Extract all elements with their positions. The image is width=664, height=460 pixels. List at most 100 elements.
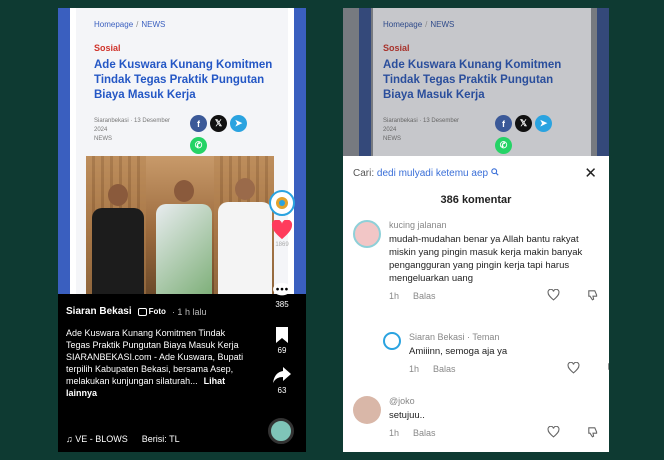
breadcrumb: Homepage / NEWS — [383, 20, 583, 29]
save-button[interactable]: 69 — [264, 326, 300, 355]
comment-body: @joko setujuu.. 1h Balas — [389, 396, 599, 442]
breadcrumb-news: NEWS — [141, 20, 166, 29]
article-headline: Ade Kuswara Kunang Komitmen Tindak Tegas… — [383, 59, 562, 101]
breadcrumb-separator: / — [136, 20, 139, 29]
like-count: 1869 — [275, 242, 289, 248]
whatsapp-icon[interactable]: ✆ — [495, 137, 512, 154]
comment-body: kucing jalanan mudah-mudahan benar ya Al… — [389, 220, 599, 305]
comment-button[interactable]: 385 — [264, 282, 300, 309]
dislike-icon[interactable] — [607, 362, 609, 374]
frame-bar — [58, 8, 70, 294]
dislike-icon[interactable] — [587, 426, 599, 438]
photo-badge-label: Foto — [148, 307, 166, 316]
photo-icon — [137, 307, 147, 316]
comment-icon — [273, 282, 291, 296]
meta-line: NEWS — [94, 136, 112, 142]
article-meta-text: Siaranbekasi · 13 Desember 2024 NEWS — [94, 117, 194, 144]
whatsapp-icon[interactable]: ✆ — [190, 137, 207, 154]
meta-line: 2024 — [94, 127, 108, 133]
share-buttons: f 𝕏 ➤ — [495, 115, 552, 132]
person-body — [156, 204, 212, 294]
music-row[interactable]: ♫ VE - BLOWS Berisi: TL — [66, 434, 180, 444]
post-author[interactable]: Siaran Bekasi — [66, 306, 132, 317]
article-photo — [86, 156, 274, 294]
comment-body: Siaran Bekasi · Teman Amiiinn, semoga aj… — [409, 332, 609, 378]
article-category: Sosial — [94, 43, 121, 53]
article-meta: Siaranbekasi · 13 Desember 2024 NEWS f 𝕏… — [94, 115, 278, 155]
article-category: Sosial — [383, 43, 410, 53]
photo-badge: Foto — [137, 307, 166, 316]
reply-button[interactable]: Balas — [413, 428, 436, 438]
meta-line: Siaranbekasi · 13 Desember — [383, 118, 460, 124]
search-label: Cari: — [353, 168, 375, 179]
frame-bar — [597, 8, 609, 156]
breadcrumb: Homepage / NEWS — [94, 20, 278, 29]
comment-time: 1h — [389, 291, 400, 301]
meta-line: NEWS — [383, 136, 401, 142]
like-button[interactable]: 1869 — [264, 219, 300, 248]
telegram-icon[interactable]: ➤ — [535, 115, 552, 132]
frame-bar — [294, 8, 306, 294]
heart-outline-icon[interactable] — [547, 289, 560, 301]
comment-actions: 1h Balas — [389, 289, 599, 305]
search-icon — [491, 168, 499, 176]
facebook-icon[interactable]: f — [190, 115, 207, 132]
comment-username[interactable]: Siaran Bekasi · Teman — [409, 332, 593, 342]
reply-button[interactable]: Balas — [433, 364, 456, 374]
comment-text: mudah-mudahan benar ya Allah bantu rakya… — [389, 234, 583, 284]
meta-line: Siaranbekasi · 13 Desember — [94, 118, 171, 124]
avatar-icon — [269, 190, 295, 216]
share-buttons: f 𝕏 ➤ — [190, 115, 247, 132]
comment-search[interactable]: Cari: dedi mulyadi ketemu aep — [353, 168, 499, 179]
share-button[interactable]: 63 — [264, 366, 300, 395]
avatar[interactable] — [353, 220, 381, 248]
dislike-icon[interactable] — [587, 289, 599, 301]
comment-text: Amiiinn, semoga aja ya — [409, 346, 508, 357]
heart-outline-icon[interactable] — [567, 362, 580, 374]
comment-actions: 1h Balas — [389, 426, 599, 442]
heart-outline-icon[interactable] — [547, 426, 560, 438]
meta-line: 2024 — [383, 127, 397, 133]
comment-text: setujuu.. — [389, 410, 425, 421]
person-body — [92, 208, 144, 294]
person-head — [235, 178, 255, 200]
right-phone-screen: Homepage / NEWS Sosial Ade Kuswara Kunang … — [343, 8, 609, 452]
comments-panel: Cari: dedi mulyadi ketemu aep ✕ 386 kome… — [343, 156, 609, 452]
article-headline: Ade Kuswara Kunang Komitmen Tindak Tegas… — [94, 59, 273, 101]
heart-icon — [271, 219, 293, 240]
breadcrumb-home: Homepage — [383, 20, 423, 29]
save-count: 69 — [277, 346, 287, 355]
x-icon[interactable]: 𝕏 — [210, 115, 227, 132]
comment-username[interactable]: @joko — [389, 396, 599, 406]
close-icon[interactable]: ✕ — [584, 164, 597, 182]
bookmark-icon — [276, 327, 288, 343]
comment-time: 1h — [389, 428, 400, 438]
article-meta-text: Siaranbekasi · 13 Desember 2024 NEWS — [383, 117, 483, 144]
comment-username[interactable]: kucing jalanan — [389, 220, 599, 230]
telegram-icon[interactable]: ➤ — [230, 115, 247, 132]
x-icon[interactable]: 𝕏 — [515, 115, 532, 132]
person-head — [174, 180, 194, 202]
avatar[interactable] — [383, 332, 401, 350]
search-query[interactable]: dedi mulyadi ketemu aep — [377, 168, 488, 179]
reply-button[interactable]: Balas — [413, 291, 436, 301]
comment-time: 1h — [409, 364, 420, 374]
breadcrumb-separator: / — [425, 20, 428, 29]
breadcrumb-news: NEWS — [430, 20, 455, 29]
comment-count-title: 386 komentar — [440, 194, 512, 206]
comment-actions: 1h Balas — [409, 362, 609, 378]
frame-bar — [359, 8, 371, 156]
person-figure — [156, 180, 212, 294]
article-screenshot: Homepage / NEWS Sosial Ade Kuswara Kunang … — [58, 8, 306, 294]
avatar[interactable] — [353, 396, 381, 424]
article-screenshot-dimmed: Homepage / NEWS Sosial Ade Kuswara Kunang … — [343, 8, 609, 156]
share-arrow-icon — [273, 367, 291, 383]
music-disc-icon[interactable] — [268, 418, 294, 444]
post-time: · 1 h lalu — [171, 306, 207, 317]
music-label[interactable]: ♫ VE - BLOWS — [66, 434, 128, 444]
profile-avatar[interactable] — [264, 190, 300, 218]
facebook-icon[interactable]: f — [495, 115, 512, 132]
article-card: Homepage / NEWS Sosial Ade Kuswara Kunang … — [373, 8, 591, 156]
comment-count: 385 — [275, 300, 289, 309]
person-head — [108, 184, 128, 206]
